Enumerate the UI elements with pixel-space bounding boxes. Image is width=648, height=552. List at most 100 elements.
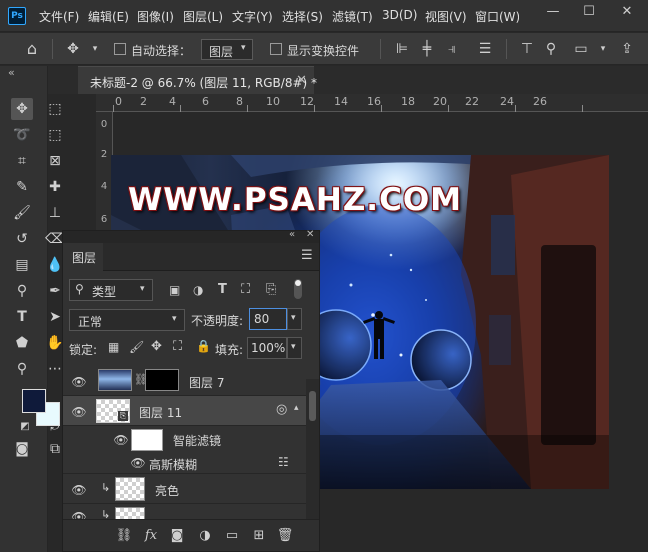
adjustment-layer-icon[interactable]: ◑ (196, 528, 214, 544)
move-tool-icon[interactable]: ✥ (64, 40, 82, 58)
shape-tool-icon[interactable]: ⬟ (11, 332, 33, 354)
distribute-icon[interactable]: ☰ (476, 40, 494, 58)
move-tool-icon[interactable]: ✥ (11, 98, 33, 120)
menu-file[interactable]: 文件(F) (39, 8, 79, 25)
ruler-label: 0 (100, 119, 108, 130)
link-layers-icon[interactable]: ⛓ (115, 528, 133, 544)
menu-layer[interactable]: 图层(L) (183, 8, 223, 25)
quick-mask-icon[interactable]: ◙ (11, 438, 33, 460)
layer-row-layer-11[interactable]: 👁 ⎘ 图层 11 ◎ ▴ (63, 396, 306, 426)
lock-image-icon[interactable]: 🖌 (129, 340, 144, 354)
chevron-down-icon[interactable]: ▾ (594, 40, 612, 58)
zoom-tool-icon[interactable]: ⚲ (11, 358, 33, 380)
align-top-icon[interactable]: ⊤ (518, 40, 536, 58)
filter-shape-icon[interactable]: ⛶ (241, 282, 250, 297)
filter-type-icon[interactable]: T (218, 282, 227, 297)
align-center-icon[interactable]: ╪ (418, 40, 436, 58)
align-right-icon[interactable]: ⫣ (443, 40, 461, 58)
foreground-color-swatch[interactable] (22, 389, 46, 413)
collapse-panel-icon[interactable]: « (289, 229, 295, 240)
filter-pixel-icon[interactable]: ▣ (169, 283, 180, 297)
opacity-slider-toggle[interactable]: ▾ (287, 308, 302, 330)
fill-input[interactable]: 100% (247, 337, 287, 359)
default-colors-icon[interactable]: ◩ (14, 416, 36, 438)
add-mask-icon[interactable]: ◙ (168, 528, 186, 544)
lasso-tool-icon[interactable]: ➰ (11, 124, 33, 146)
layer-row-layer-7[interactable]: 👁 ⛓ 图层 7 (63, 366, 306, 396)
menu-select[interactable]: 选择(S) (282, 8, 323, 25)
menu-filter[interactable]: 滤镜(T) (332, 8, 373, 25)
opacity-input[interactable]: 80 (249, 308, 287, 330)
eye-icon[interactable]: 👁 (71, 375, 87, 389)
chevron-up-icon[interactable]: ▴ (294, 403, 299, 413)
collapse-toolbar-icon[interactable]: « (8, 66, 15, 79)
eyedropper-tool-icon[interactable]: ✎ (11, 176, 33, 198)
filter-toggle[interactable] (294, 279, 302, 299)
auto-select-checkbox[interactable] (114, 43, 126, 55)
tab-layers-label: 图层 (72, 251, 97, 265)
dodge-tool-icon[interactable]: ⚲ (11, 280, 33, 302)
menu-window[interactable]: 窗口(W) (475, 8, 519, 25)
menu-type[interactable]: 文字(Y) (232, 8, 273, 25)
trash-icon[interactable]: 🗑 (276, 528, 294, 544)
menu-view[interactable]: 视图(V) (425, 8, 467, 25)
eye-icon[interactable]: 👁 (71, 405, 87, 419)
search-icon[interactable]: ⚲ (542, 40, 560, 58)
maximize-button[interactable]: ☐ (572, 0, 606, 24)
align-left-icon[interactable]: ⊫ (393, 40, 411, 58)
auto-select-target-dropdown[interactable]: 图层 ▾ (201, 39, 253, 60)
close-panel-icon[interactable]: ✕ (306, 229, 314, 240)
filter-adjustment-icon[interactable]: ◑ (193, 283, 203, 297)
minimize-button[interactable]: — (536, 0, 570, 24)
workspace-icon[interactable]: ▭ (572, 40, 590, 58)
scrollbar-thumb[interactable] (309, 391, 316, 421)
close-document-icon[interactable]: ✕ (296, 73, 307, 88)
new-layer-icon[interactable]: ⊞ (250, 528, 268, 544)
menu-image[interactable]: 图像(I) (137, 8, 174, 25)
brush-tool-icon[interactable]: 🖌 (11, 202, 33, 224)
tools-panel: « ✥ ⬚ ➰ ⬚ ⌗ ⊠ ✎ ✚ 🖌 ⊥ ↺ ⌫ ▤ 💧 ⚲ ✒ T ➤ ⬟ … (0, 66, 65, 552)
layer-row-highlight[interactable]: 👁 ↳ 亮色 (63, 474, 306, 504)
chevron-down-icon[interactable]: ▾ (86, 40, 104, 58)
close-window-button[interactable]: ✕ (610, 0, 644, 24)
lock-all-icon[interactable]: 🔒 (196, 339, 211, 353)
show-transform-checkbox[interactable] (270, 43, 282, 55)
panel-menu-icon[interactable]: ☰ (301, 248, 313, 263)
fill-slider-toggle[interactable]: ▾ (287, 337, 302, 359)
new-group-folder-icon[interactable]: ▭ (223, 528, 241, 544)
eye-icon[interactable]: 👁 (113, 433, 129, 447)
smart-filters-row[interactable]: 👁 智能滤镜 (63, 426, 306, 452)
layer-style-fx-icon[interactable]: fx (142, 528, 160, 544)
eye-icon[interactable]: 👁 (130, 456, 146, 470)
object-select-tool-icon[interactable]: ⬚ (44, 124, 66, 146)
healing-brush-tool-icon[interactable]: ✚ (44, 176, 66, 198)
frame-tool-icon[interactable]: ⊠ (44, 150, 66, 172)
history-brush-tool-icon[interactable]: ↺ (11, 228, 33, 250)
filter-row-gaussian-blur[interactable]: 👁 高斯模糊 ☷ (63, 452, 306, 474)
filter-blending-options-icon[interactable]: ☷ (278, 455, 289, 469)
home-icon[interactable]: ⌂ (23, 40, 41, 58)
crop-tool-icon[interactable]: ⌗ (11, 150, 33, 172)
filter-smart-object-icon[interactable]: ⎘ (266, 282, 276, 297)
layer-thumbnail (115, 507, 145, 519)
blend-mode-dropdown[interactable]: 正常 ▾ (69, 309, 185, 331)
smart-filter-indicator-icon[interactable]: ◎ (276, 402, 287, 417)
gradient-tool-icon[interactable]: ▤ (11, 254, 33, 276)
lock-artboard-icon[interactable]: ⛶ (173, 339, 182, 354)
eye-icon[interactable]: 👁 (71, 483, 87, 497)
tab-layers[interactable]: 图层 (63, 243, 103, 271)
share-icon[interactable]: ⇪ (618, 40, 636, 58)
menu-edit[interactable]: 编辑(E) (88, 8, 129, 25)
document-tab[interactable]: 未标题-2 @ 66.7% (图层 11, RGB/8#) * ✕ (78, 66, 317, 94)
layers-scrollbar[interactable] (306, 379, 319, 519)
lock-position-icon[interactable]: ✥ (151, 339, 162, 354)
type-tool-icon[interactable]: T (11, 306, 33, 328)
filter-kind-dropdown[interactable]: ⚲ 类型 ▾ (69, 279, 153, 301)
layer-row-partial[interactable]: 👁 ↳ (63, 504, 306, 519)
panel-tab-bar: 图层 ☰ (63, 243, 319, 271)
eye-icon[interactable]: 👁 (71, 510, 87, 519)
menu-3d[interactable]: 3D(D) (382, 8, 417, 22)
lock-transparent-icon[interactable]: ▦ (108, 340, 119, 354)
marquee-tool-icon[interactable]: ⬚ (44, 98, 66, 120)
clone-stamp-tool-icon[interactable]: ⊥ (44, 202, 66, 224)
